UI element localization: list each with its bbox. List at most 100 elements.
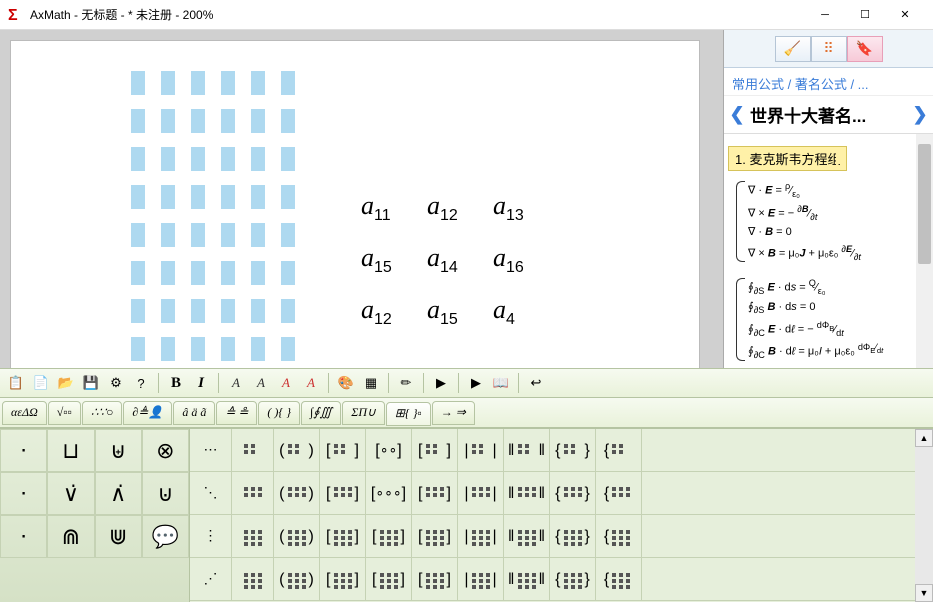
pal-cell-0-7[interactable]: ‖‖ bbox=[504, 429, 550, 472]
tb-btn-1[interactable]: 📄 bbox=[29, 372, 53, 394]
pal-cell-1-2[interactable]: () bbox=[274, 472, 320, 515]
tb-btn-0[interactable]: 📋 bbox=[4, 372, 28, 394]
pal-cell-3-2[interactable]: () bbox=[274, 558, 320, 601]
pal-cell-0-0[interactable]: ⋯ bbox=[190, 429, 232, 472]
tb-btn-12[interactable]: A bbox=[274, 372, 298, 394]
tab-9[interactable]: ⊞{ }▫ bbox=[386, 402, 431, 426]
pal-left-4[interactable]: ⋅ bbox=[0, 472, 47, 515]
pal-left-8[interactable]: ⋅ bbox=[0, 515, 47, 558]
pal-cell-0-5[interactable]: [] bbox=[412, 429, 458, 472]
pal-left-5[interactable]: ∨̇ bbox=[47, 472, 94, 515]
tb-btn-15[interactable]: 🎨 bbox=[334, 372, 358, 394]
pal-left-3[interactable]: ⊗ bbox=[142, 429, 189, 472]
tb-btn-22[interactable]: ▶ bbox=[464, 372, 488, 394]
pal-cell-1-8[interactable]: {} bbox=[550, 472, 596, 515]
pal-cell-2-6[interactable]: || bbox=[458, 515, 504, 558]
tab-3[interactable]: ∂≜👤 bbox=[123, 401, 172, 425]
tb-btn-25[interactable]: ↩ bbox=[524, 372, 548, 394]
tb-btn-7[interactable]: B bbox=[164, 372, 188, 394]
tb-btn-5[interactable]: ? bbox=[129, 372, 153, 394]
tab-2[interactable]: ∴∵○ bbox=[82, 401, 123, 425]
rp-section-1[interactable]: 1. 麦克斯韦方程组 bbox=[728, 146, 847, 171]
pal-left-9[interactable]: ⋒ bbox=[47, 515, 94, 558]
pal-cell-1-7[interactable]: ‖‖ bbox=[504, 472, 550, 515]
pal-cell-2-9[interactable]: { bbox=[596, 515, 642, 558]
pal-cell-3-8[interactable]: {} bbox=[550, 558, 596, 601]
pal-cell-1-4[interactable]: [∘∘∘] bbox=[366, 472, 412, 515]
tb-btn-23[interactable]: 📖 bbox=[489, 372, 513, 394]
pal-cell-3-9[interactable]: { bbox=[596, 558, 642, 601]
pal-cell-3-4[interactable]: [] bbox=[366, 558, 412, 601]
pal-cell-0-4[interactable]: [∘∘] bbox=[366, 429, 412, 472]
editor-canvas[interactable]: // placeholder - marks drawn below via J… bbox=[10, 40, 700, 368]
pal-cell-1-0[interactable]: ⋱ bbox=[190, 472, 232, 515]
matrix-cell[interactable]: a12 bbox=[427, 191, 458, 225]
pal-left-0[interactable]: ⋅ bbox=[0, 429, 47, 472]
minimize-button[interactable]: ─ bbox=[805, 0, 845, 30]
pal-cell-1-5[interactable]: [] bbox=[412, 472, 458, 515]
pal-cell-3-3[interactable]: [] bbox=[320, 558, 366, 601]
tab-0[interactable]: αεΔΩ bbox=[2, 401, 47, 425]
tb-btn-16[interactable]: ▦ bbox=[359, 372, 383, 394]
pal-left-2[interactable]: ⊎ bbox=[95, 429, 142, 472]
matrix-cell[interactable]: a16 bbox=[493, 243, 524, 277]
matrix-cell[interactable]: a14 bbox=[427, 243, 458, 277]
pal-left-11[interactable]: 💬 bbox=[142, 515, 189, 558]
rp-tool-tag[interactable]: 🔖 bbox=[847, 36, 883, 62]
pal-left-10[interactable]: ⋓ bbox=[95, 515, 142, 558]
tb-btn-4[interactable]: ⚙ bbox=[104, 372, 128, 394]
pal-cell-0-6[interactable]: || bbox=[458, 429, 504, 472]
maximize-button[interactable]: ☐ bbox=[845, 0, 885, 30]
pal-cell-1-9[interactable]: { bbox=[596, 472, 642, 515]
tab-10[interactable]: → ⇒ bbox=[432, 401, 475, 425]
tb-btn-2[interactable]: 📂 bbox=[54, 372, 78, 394]
pal-cell-2-1[interactable] bbox=[232, 515, 274, 558]
maxwell-diff[interactable]: ∇ · E = ρ⁄ε₀∇ × E = − ∂B⁄∂t∇ · B = 0∇ × … bbox=[728, 179, 929, 264]
tb-btn-20[interactable]: ▶ bbox=[429, 372, 453, 394]
rp-nav-prev[interactable]: ❮ bbox=[728, 104, 746, 125]
tb-btn-13[interactable]: A bbox=[299, 372, 323, 394]
matrix-cell[interactable]: a12 bbox=[361, 295, 392, 329]
matrix-cell[interactable]: a11 bbox=[361, 191, 391, 225]
palette-scrollbar[interactable]: ▲ ▼ bbox=[915, 429, 933, 602]
pal-cell-2-7[interactable]: ‖‖ bbox=[504, 515, 550, 558]
matrix-cell[interactable]: a15 bbox=[361, 243, 392, 277]
pal-cell-0-9[interactable]: { bbox=[596, 429, 642, 472]
tab-4[interactable]: â ä ã bbox=[173, 401, 215, 425]
pal-left-7[interactable]: ⊍ bbox=[142, 472, 189, 515]
pal-cell-3-7[interactable]: ‖‖ bbox=[504, 558, 550, 601]
rp-scrollbar[interactable] bbox=[916, 134, 933, 368]
pal-cell-0-2[interactable]: () bbox=[274, 429, 320, 472]
pal-cell-2-0[interactable]: ⋮ bbox=[190, 515, 232, 558]
pal-cell-2-3[interactable]: [] bbox=[320, 515, 366, 558]
pal-cell-3-6[interactable]: || bbox=[458, 558, 504, 601]
tb-btn-18[interactable]: ✏ bbox=[394, 372, 418, 394]
pal-left-1[interactable]: ⊔ bbox=[47, 429, 94, 472]
tb-btn-10[interactable]: A bbox=[224, 372, 248, 394]
rp-tool-eraser[interactable]: 🧹 bbox=[775, 36, 811, 62]
pal-cell-3-1[interactable] bbox=[232, 558, 274, 601]
pal-cell-1-1[interactable] bbox=[232, 472, 274, 515]
tab-6[interactable]: ( ){ } bbox=[258, 401, 300, 425]
pal-cell-2-8[interactable]: {} bbox=[550, 515, 596, 558]
pal-cell-0-1[interactable] bbox=[232, 429, 274, 472]
matrix-cell[interactable]: a13 bbox=[493, 191, 524, 225]
close-button[interactable]: ✕ bbox=[885, 0, 925, 30]
pal-left-6[interactable]: ∧̇ bbox=[95, 472, 142, 515]
rp-tool-grid[interactable]: ⠿ bbox=[811, 36, 847, 62]
tab-1[interactable]: √▫▫ bbox=[48, 401, 81, 425]
pal-cell-2-4[interactable]: [] bbox=[366, 515, 412, 558]
pal-cell-0-8[interactable]: {} bbox=[550, 429, 596, 472]
pal-cell-2-5[interactable]: [] bbox=[412, 515, 458, 558]
tab-7[interactable]: ∫∮∭ bbox=[301, 401, 341, 425]
rp-breadcrumb[interactable]: 常用公式 / 著名公式 / ... bbox=[724, 68, 933, 96]
rp-nav-next[interactable]: ❯ bbox=[911, 104, 929, 125]
tb-btn-3[interactable]: 💾 bbox=[79, 372, 103, 394]
pal-cell-1-3[interactable]: [] bbox=[320, 472, 366, 515]
pal-cell-3-0[interactable]: ⋰ bbox=[190, 558, 232, 601]
matrix-cell[interactable]: a15 bbox=[427, 295, 458, 329]
pal-cell-1-6[interactable]: || bbox=[458, 472, 504, 515]
pal-cell-2-2[interactable]: () bbox=[274, 515, 320, 558]
tab-5[interactable]: ≙ ≗ bbox=[216, 401, 257, 425]
tb-btn-8[interactable]: I bbox=[189, 372, 213, 394]
